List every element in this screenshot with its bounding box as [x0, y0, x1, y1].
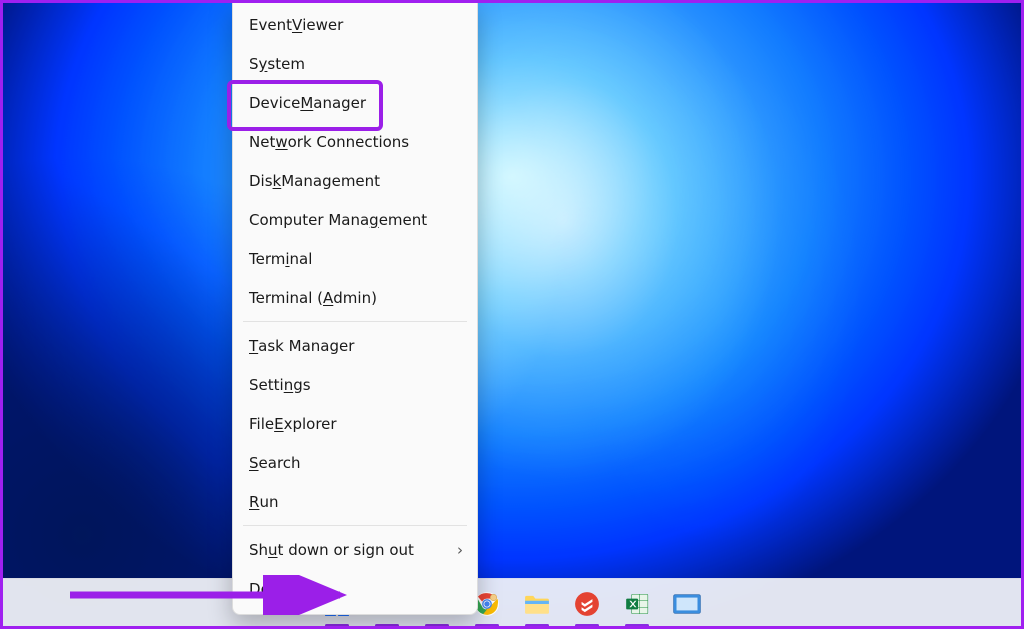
menu-separator: [243, 321, 467, 322]
menu-separator: [243, 525, 467, 526]
menu-item-device-manager[interactable]: Device Manager: [233, 83, 477, 122]
menu-item-file-explorer[interactable]: File Explorer: [233, 404, 477, 443]
menu-item-network-connections[interactable]: Network Connections: [233, 122, 477, 161]
menu-item-disk-management[interactable]: Disk Management: [233, 161, 477, 200]
app-generic[interactable]: [670, 587, 704, 621]
menu-item-terminal-admin[interactable]: Terminal (Admin): [233, 278, 477, 317]
menu-item-task-manager[interactable]: Task Manager: [233, 326, 477, 365]
menu-item-settings[interactable]: Settings: [233, 365, 477, 404]
file-explorer-app[interactable]: [520, 587, 554, 621]
menu-item-run[interactable]: Run: [233, 482, 477, 521]
todoist-app[interactable]: [570, 587, 604, 621]
menu-item-system[interactable]: System: [233, 44, 477, 83]
menu-item-terminal[interactable]: Terminal: [233, 239, 477, 278]
taskbar: [0, 578, 1024, 629]
menu-item-computer-management[interactable]: Computer Management: [233, 200, 477, 239]
excel-app[interactable]: [620, 587, 654, 621]
desktop-wallpaper: [0, 0, 1024, 629]
menu-item-shut-down-or-sign-out[interactable]: Shut down or sign out›: [233, 530, 477, 569]
menu-item-event-viewer[interactable]: Event Viewer: [233, 5, 477, 44]
menu-item-desktop[interactable]: Desktop: [233, 569, 477, 608]
power-user-menu: Event ViewerSystemDevice ManagerNetwork …: [232, 0, 478, 615]
chevron-right-icon: ›: [457, 541, 463, 559]
menu-item-search[interactable]: Search: [233, 443, 477, 482]
